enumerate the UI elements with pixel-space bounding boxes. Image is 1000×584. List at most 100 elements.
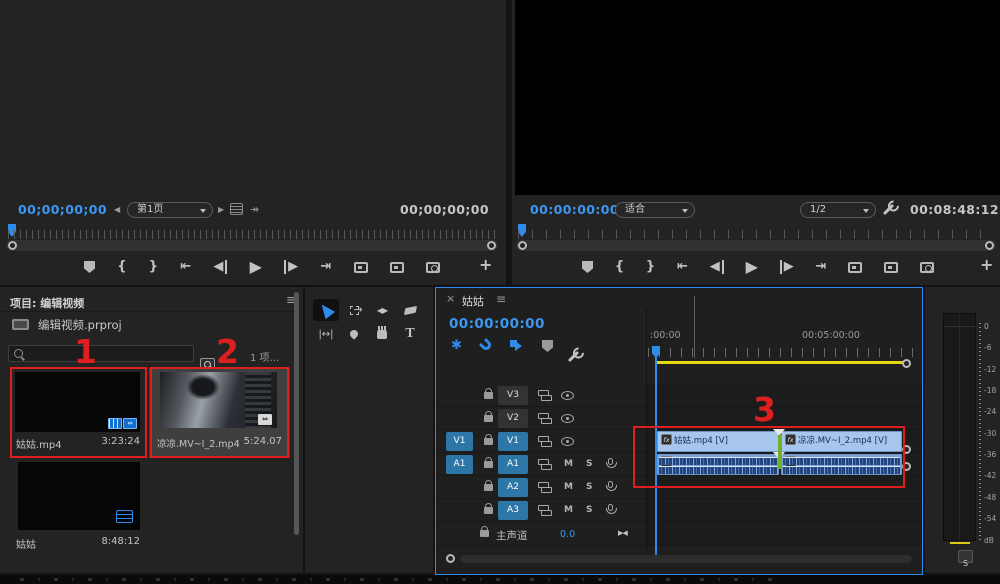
master-level-value[interactable]: 0.0 <box>560 529 575 540</box>
linked-selection-icon[interactable] <box>510 340 522 351</box>
voiceover-mic-icon[interactable] <box>608 504 613 511</box>
voiceover-mic-icon[interactable] <box>608 458 613 465</box>
settings-wrench-icon[interactable] <box>883 204 894 215</box>
lane-a3[interactable] <box>646 499 922 522</box>
work-area-bar[interactable] <box>655 361 909 364</box>
lock-icon[interactable] <box>484 507 493 514</box>
source-scroll-handle-left[interactable] <box>8 241 17 250</box>
project-file-name[interactable]: 编辑视频.prproj <box>38 317 122 333</box>
meter-solo-button[interactable]: S <box>958 550 973 563</box>
track-output-eye-icon[interactable] <box>561 414 574 423</box>
sync-lock-icon[interactable] <box>538 413 550 424</box>
go-to-out-icon[interactable]: ⇥ <box>320 260 331 274</box>
pen-tool[interactable] <box>341 323 367 345</box>
list-item[interactable]: 姑姑 8:48:12 <box>13 460 143 552</box>
project-panel-title[interactable]: 项目: 编辑视频 <box>10 295 84 311</box>
track-chip-v1[interactable]: V1 <box>498 432 528 451</box>
timeline-hscrollbar[interactable] <box>460 555 912 563</box>
skip-icon[interactable]: ↠ <box>250 203 259 216</box>
mute-button[interactable]: M <box>564 459 573 469</box>
sync-lock-icon[interactable] <box>538 459 550 470</box>
bowtie-icon[interactable]: ▶◀ <box>618 529 627 537</box>
step-forward-icon[interactable]: ▶ <box>780 260 794 274</box>
zoom-handle-right[interactable] <box>902 359 911 368</box>
lock-icon[interactable] <box>484 484 493 491</box>
timeline-ruler[interactable] <box>648 348 916 357</box>
snap-icon[interactable] <box>479 338 493 352</box>
panel-menu-icon[interactable]: ≡ <box>496 292 506 306</box>
lock-icon[interactable] <box>484 438 493 445</box>
add-marker-icon[interactable] <box>582 261 593 273</box>
sync-lock-icon[interactable] <box>538 482 550 493</box>
go-to-in-icon[interactable]: ⇤ <box>677 260 688 274</box>
nest-icon[interactable]: ✱ <box>451 338 462 353</box>
search-input[interactable] <box>8 345 194 362</box>
add-marker-icon[interactable] <box>84 261 95 273</box>
mark-in-icon[interactable]: { <box>615 260 624 274</box>
selection-tool[interactable] <box>313 299 339 321</box>
source-timecode[interactable]: 00;00;00;00 <box>18 202 107 217</box>
source-patch-v1[interactable]: V1 <box>446 432 473 451</box>
next-page-icon[interactable]: ▶ <box>218 205 224 214</box>
button-editor-icon[interactable]: + <box>479 258 492 272</box>
type-tool[interactable]: T <box>397 323 423 345</box>
lock-icon[interactable] <box>480 530 489 537</box>
button-editor-icon[interactable]: + <box>980 258 993 272</box>
solo-button[interactable]: S <box>586 505 592 515</box>
program-timecode[interactable]: 00:00:00:00 <box>530 202 619 217</box>
timeline-timecode[interactable]: 00:00:00:00 <box>449 316 545 332</box>
track-chip-v3[interactable]: V3 <box>498 386 528 405</box>
play-icon[interactable]: ▶ <box>746 260 758 274</box>
lift-icon[interactable] <box>848 262 862 273</box>
play-icon[interactable]: ▶ <box>250 260 262 274</box>
thumbnail-view-icon[interactable] <box>230 203 243 215</box>
mark-out-icon[interactable]: } <box>149 260 158 274</box>
mark-out-icon[interactable]: } <box>646 260 655 274</box>
track-chip-v2[interactable]: V2 <box>498 409 528 428</box>
timeline-tab[interactable]: 姑姑 <box>462 293 484 309</box>
project-scrollbar[interactable] <box>294 292 299 535</box>
source-scroll-handle-right[interactable] <box>487 241 496 250</box>
solo-button[interactable]: S <box>586 459 592 469</box>
export-frame-icon[interactable] <box>426 262 440 273</box>
program-ruler[interactable] <box>518 230 994 239</box>
source-scrollbar[interactable] <box>6 240 498 251</box>
program-scrollbar[interactable] <box>516 240 996 251</box>
prev-page-icon[interactable]: ◀ <box>114 205 120 214</box>
program-scroll-handle-left[interactable] <box>518 241 527 250</box>
mute-button[interactable]: M <box>564 505 573 515</box>
razor-tool[interactable] <box>397 299 423 321</box>
go-to-in-icon[interactable]: ⇤ <box>180 260 191 274</box>
step-back-icon[interactable]: ◀ <box>213 260 227 274</box>
export-frame-icon[interactable] <box>920 262 934 273</box>
resolution-selector[interactable]: 1/2 <box>800 202 876 218</box>
track-output-eye-icon[interactable] <box>561 391 574 400</box>
track-chip-a3[interactable]: A3 <box>498 501 528 520</box>
step-back-icon[interactable]: ◀ <box>710 260 724 274</box>
fit-selector[interactable]: 适合 <box>615 202 695 218</box>
lane-v3[interactable] <box>646 384 922 407</box>
track-chip-a2[interactable]: A2 <box>498 478 528 497</box>
mark-in-icon[interactable]: { <box>117 260 126 274</box>
overwrite-icon[interactable] <box>390 262 404 273</box>
insert-icon[interactable] <box>354 262 368 273</box>
voiceover-mic-icon[interactable] <box>608 481 613 488</box>
slip-tool[interactable]: |↔| <box>313 323 339 345</box>
sync-lock-icon[interactable] <box>538 505 550 516</box>
source-ruler[interactable] <box>8 230 498 239</box>
track-chip-a1[interactable]: A1 <box>498 455 528 474</box>
go-to-out-icon[interactable]: ⇥ <box>816 260 827 274</box>
track-select-tool[interactable] <box>341 299 367 321</box>
timeline-hscroll-handle[interactable] <box>446 554 455 563</box>
solo-button[interactable]: S <box>586 482 592 492</box>
track-output-eye-icon[interactable] <box>561 437 574 446</box>
step-forward-icon[interactable]: ▶ <box>284 260 298 274</box>
lock-icon[interactable] <box>484 461 493 468</box>
add-marker-icon[interactable] <box>542 340 553 352</box>
lock-icon[interactable] <box>484 415 493 422</box>
lane-master[interactable] <box>646 522 922 546</box>
sync-lock-icon[interactable] <box>538 436 550 447</box>
ripple-edit-tool[interactable]: ◀▶ <box>369 299 395 321</box>
program-scroll-handle-right[interactable] <box>985 241 994 250</box>
source-patch-a1[interactable]: A1 <box>446 455 473 474</box>
